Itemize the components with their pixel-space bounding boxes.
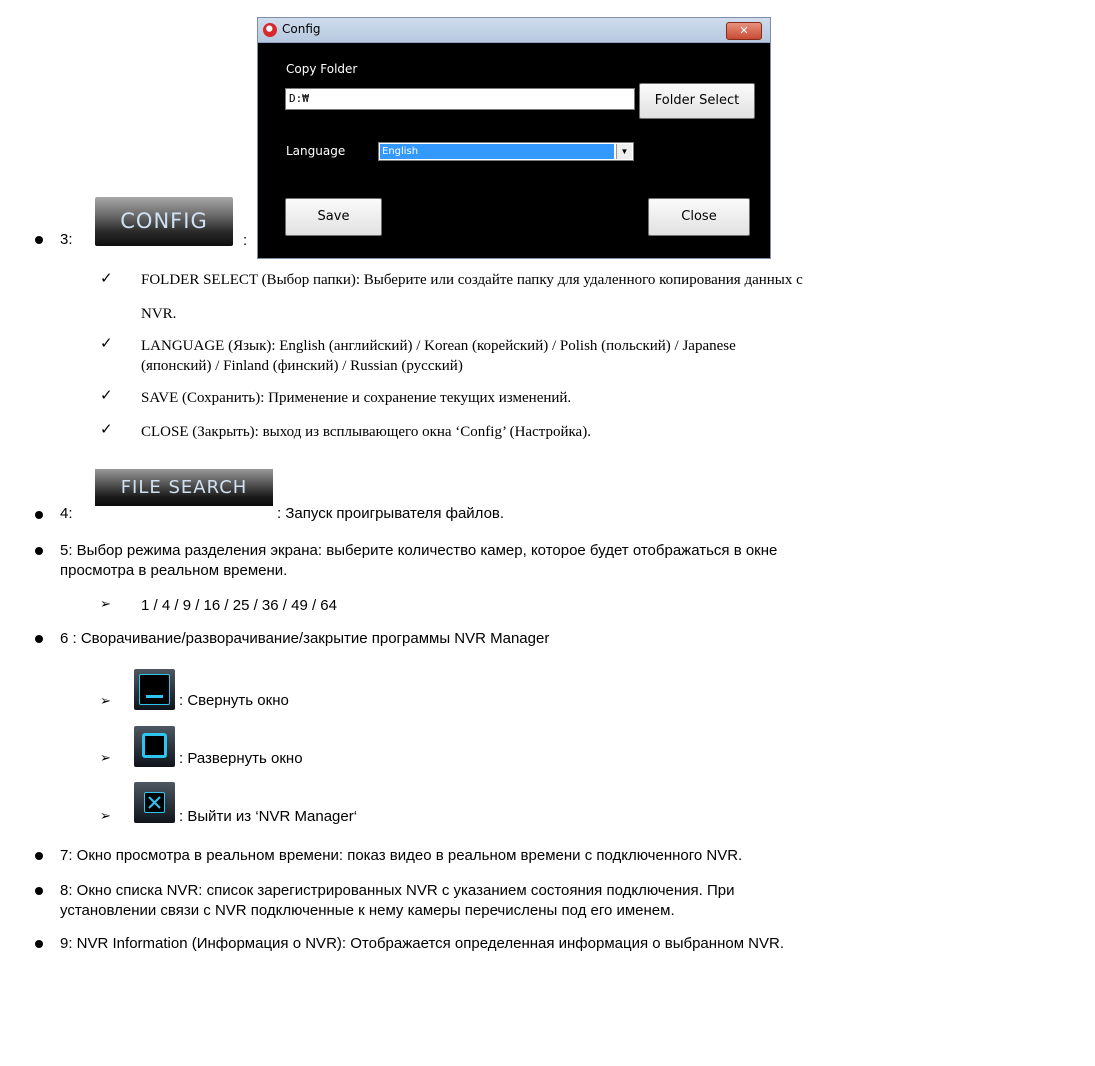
minimize-text: : Свернуть окно: [179, 692, 289, 709]
minimize-icon: [134, 669, 175, 710]
colon: :: [243, 232, 248, 249]
check-item-language-cont: (японский) / Finland (финский) / Russian…: [141, 358, 463, 374]
item5-text-line1: 5: Выбор режима разделения экрана: выбер…: [60, 542, 778, 559]
check-icon: ✓: [100, 386, 113, 404]
bullet: [35, 887, 43, 895]
check-item-close: CLOSE (Закрыть): выход из всплывающего о…: [141, 424, 591, 440]
check-icon: ✓: [100, 420, 113, 438]
check-item-folder-select-cont: NVR.: [141, 306, 177, 322]
exit-icon: [134, 782, 175, 823]
language-select[interactable]: English ▼: [378, 142, 634, 161]
item-number: 3:: [60, 231, 73, 248]
item-number: 4:: [60, 505, 73, 522]
chevron-down-icon[interactable]: ▼: [616, 144, 632, 159]
folder-select-button[interactable]: Folder Select: [639, 83, 755, 119]
exit-text: : Выйти из ‘NVR Manager‘: [179, 808, 358, 825]
save-button[interactable]: Save: [285, 198, 382, 236]
bullet: [35, 940, 43, 948]
check-item-language: LANGUAGE (Язык): English (английский) / …: [141, 338, 736, 354]
arrow-bullet-icon: ➢: [100, 597, 111, 612]
bullet: [35, 547, 43, 555]
close-icon[interactable]: ✕: [726, 22, 762, 40]
close-button[interactable]: Close: [648, 198, 750, 236]
arrow-bullet-icon: ➢: [100, 694, 111, 709]
file-search-button-image: FILE SEARCH: [95, 469, 273, 506]
language-selected-value: English: [380, 144, 614, 159]
maximize-text: : Развернуть окно: [179, 750, 303, 767]
item4-text: : Запуск проигрывателя файлов.: [277, 505, 505, 522]
arrow-bullet-icon: ➢: [100, 751, 111, 766]
split-modes: 1 / 4 / 9 / 16 / 25 / 36 / 49 / 64: [141, 597, 337, 614]
bullet: [35, 236, 43, 244]
maximize-icon: [134, 726, 175, 767]
config-dialog: Config ✕ Copy Folder D:₩ Folder Select L…: [257, 17, 771, 259]
check-icon: ✓: [100, 334, 113, 352]
bullet: [35, 511, 43, 519]
item8-text-line1: 8: Окно списка NVR: список зарегистриров…: [60, 882, 735, 899]
check-item-save: SAVE (Сохранить): Применение и сохранени…: [141, 390, 572, 406]
check-item-folder-select: FOLDER SELECT (Выбор папки): Выберите ил…: [141, 272, 803, 288]
item9-text: 9: NVR Information (Информация о NVR): О…: [60, 935, 785, 952]
arrow-bullet-icon: ➢: [100, 809, 111, 824]
copy-folder-input[interactable]: D:₩: [285, 88, 635, 110]
copy-folder-label: Copy Folder: [286, 62, 358, 76]
item6-text: 6 : Сворачивание/разворачивание/закрытие…: [60, 630, 550, 647]
item5-text-line2: просмотра в реальном времени.: [60, 562, 288, 579]
item8-text-line2: установлении связи с NVR подключенные к …: [60, 902, 675, 919]
dialog-title: Config: [282, 22, 321, 36]
bullet: [35, 852, 43, 860]
item7-text: 7: Окно просмотра в реальном времени: по…: [60, 847, 743, 864]
bullet: [35, 635, 43, 643]
language-label: Language: [286, 144, 346, 158]
check-icon: ✓: [100, 269, 113, 287]
app-icon: [263, 23, 277, 37]
dialog-titlebar: Config ✕: [258, 18, 770, 43]
config-button-image: CONFIG: [95, 197, 233, 246]
